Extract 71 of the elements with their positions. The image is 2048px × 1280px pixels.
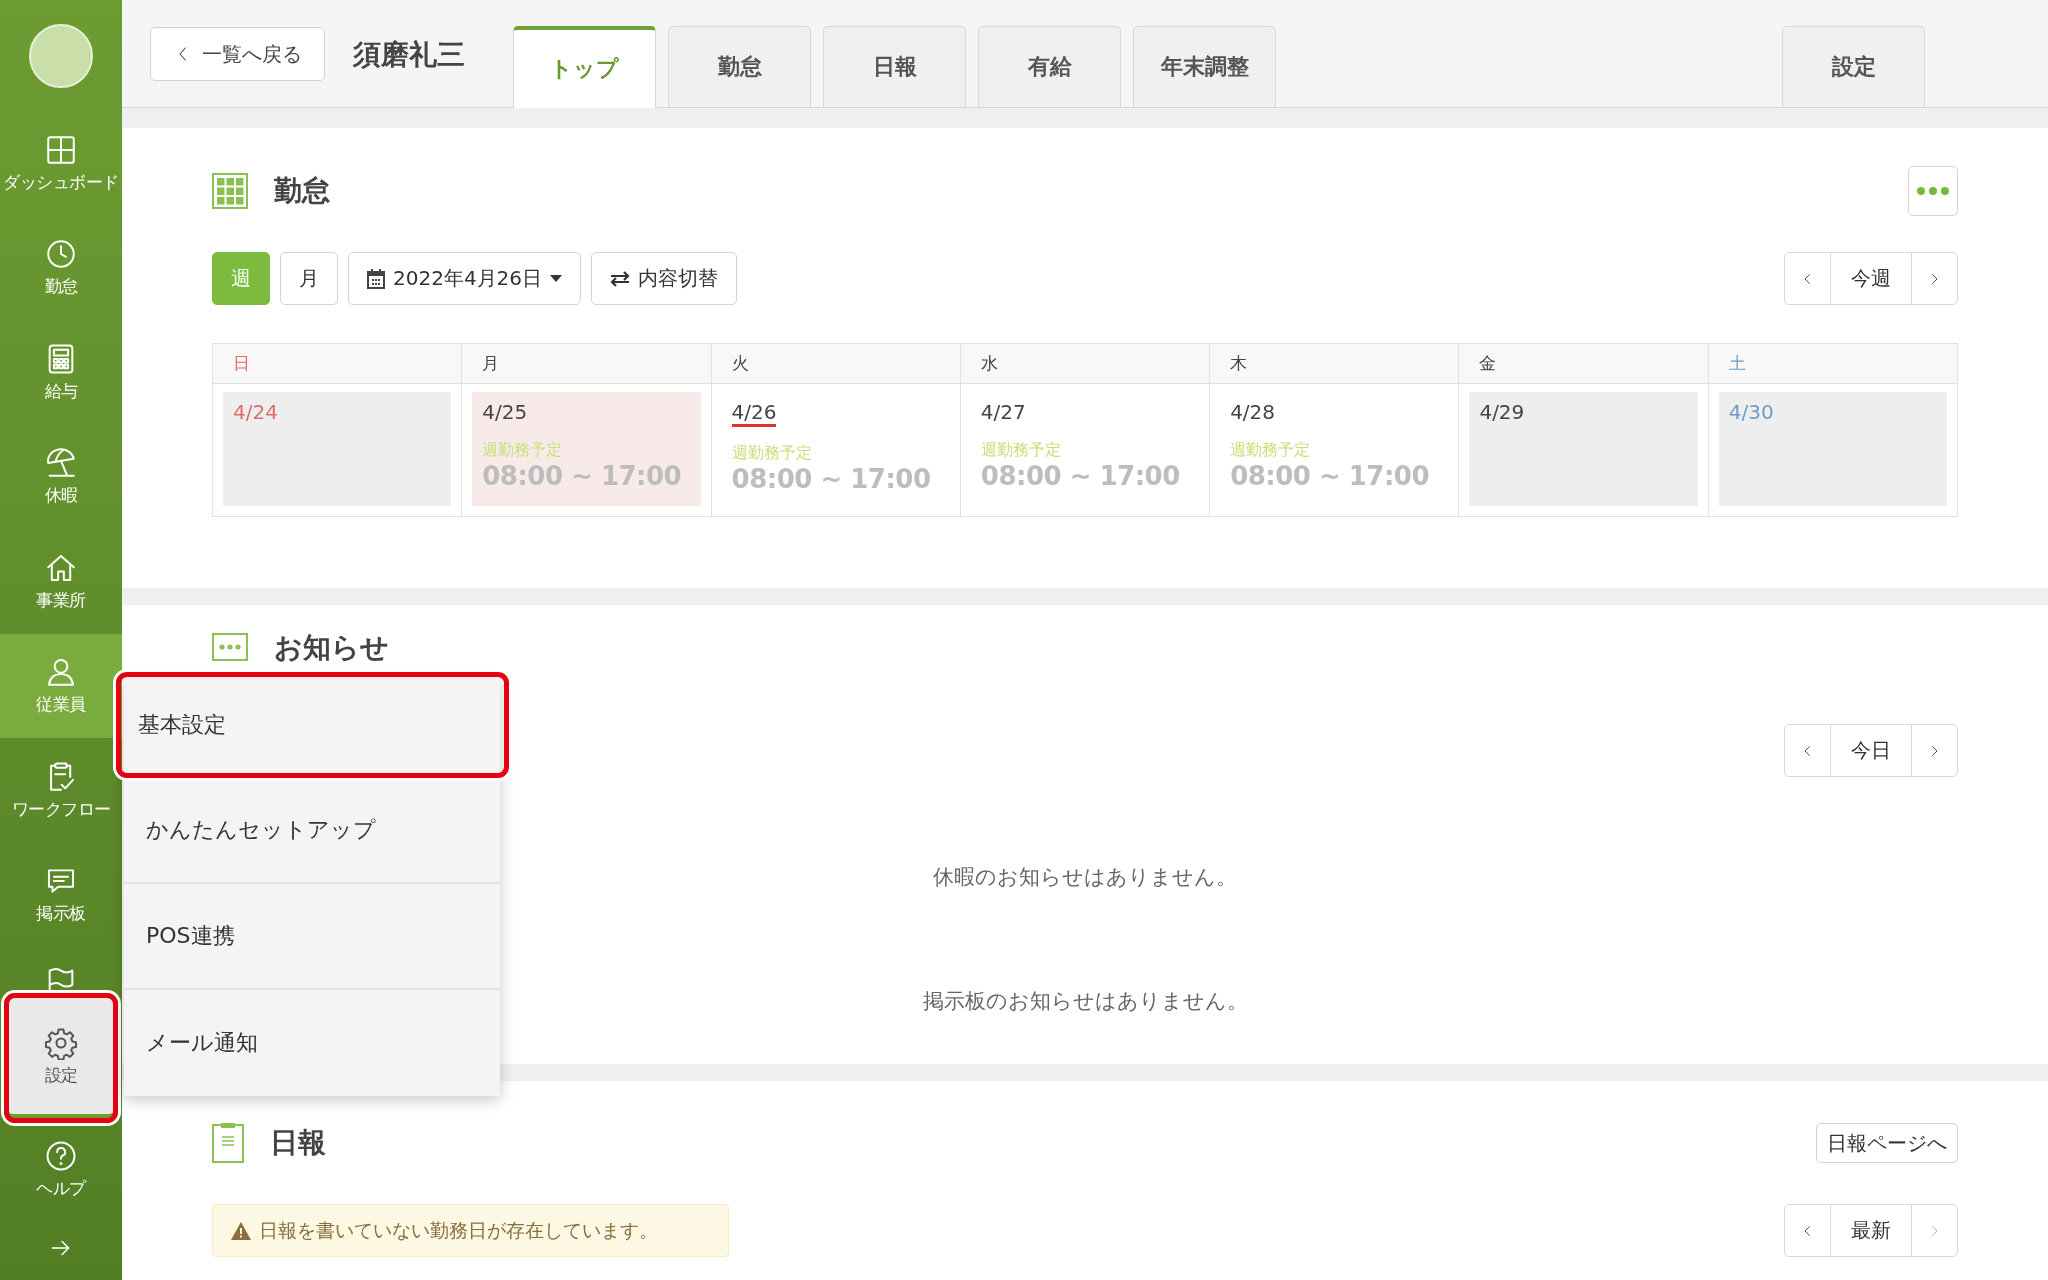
view-toggle[interactable]: 月 bbox=[280, 252, 338, 305]
date-label: 4/29 bbox=[1479, 400, 1525, 424]
sidebar-item[interactable]: 給与 bbox=[0, 320, 122, 425]
tab[interactable]: トップ bbox=[513, 26, 656, 108]
date-label: 4/24 bbox=[233, 400, 278, 424]
document-icon bbox=[212, 1123, 244, 1163]
weekday-header: 月 bbox=[461, 343, 712, 384]
date-label: 4/30 bbox=[1728, 400, 1774, 424]
schedule-label: 週勤務予定 bbox=[482, 440, 564, 461]
current-period-button[interactable]: 今日 bbox=[1830, 724, 1912, 777]
schedule-label: 週勤務予定 bbox=[980, 440, 1062, 461]
more-button[interactable] bbox=[1908, 166, 1958, 216]
next-button[interactable] bbox=[1911, 724, 1958, 777]
schedule-time: 08:00 ~ 17:00 bbox=[731, 464, 932, 494]
schedule-label: 週勤務予定 bbox=[1230, 440, 1312, 461]
grid-icon bbox=[212, 173, 248, 209]
back-button[interactable]: 一覧へ戻る bbox=[150, 27, 325, 81]
date-label: 4/26 bbox=[731, 400, 777, 427]
menu-item[interactable]: POS連携 bbox=[124, 884, 500, 990]
sidebar-item[interactable]: 休暇 bbox=[0, 424, 122, 529]
section-title: 日報 bbox=[270, 1125, 326, 1161]
menu-item[interactable]: かんたんセットアップ bbox=[124, 778, 500, 884]
warning-icon bbox=[231, 1221, 251, 1240]
sidebar-item[interactable]: 勤怠 bbox=[0, 215, 122, 320]
caret-icon bbox=[550, 274, 563, 283]
weekday-header: 水 bbox=[960, 343, 1210, 384]
sidebar-item[interactable]: 事業所 bbox=[0, 529, 122, 634]
schedule-time: 08:00 ~ 17:00 bbox=[1230, 461, 1431, 491]
tab[interactable]: 勤怠 bbox=[668, 26, 811, 107]
weekday-header: 土 bbox=[1708, 343, 1958, 384]
day-cell[interactable]: 4/25 週勤務予定 08:00 ~ 17:00 bbox=[472, 392, 701, 506]
current-period-button[interactable]: 最新 bbox=[1830, 1204, 1912, 1257]
switch-button[interactable]: 内容切替 bbox=[591, 252, 738, 305]
schedule-time: 08:00 ~ 17:00 bbox=[980, 461, 1181, 491]
tab[interactable]: 日報 bbox=[823, 26, 966, 107]
weekday-header: 日 bbox=[212, 343, 462, 384]
empty-message: 休暇のお知らせはありません。 bbox=[933, 864, 1237, 891]
sidebar-item[interactable]: ワークフロー bbox=[0, 738, 122, 843]
report-page-button[interactable]: 日報ページへ bbox=[1816, 1123, 1958, 1163]
date-label: 4/28 bbox=[1230, 400, 1276, 424]
previous-button[interactable] bbox=[1784, 252, 1831, 305]
menu-item[interactable]: 基本設定 bbox=[121, 677, 504, 773]
section-title: お知らせ bbox=[274, 630, 389, 666]
sidebar-item[interactable]: 設定 bbox=[9, 998, 113, 1118]
calendar-icon bbox=[367, 268, 385, 289]
day-cell[interactable]: 4/29 bbox=[1469, 392, 1698, 506]
schedule-time: 08:00 ~ 17:00 bbox=[482, 461, 683, 491]
tab[interactable]: 有給 bbox=[978, 26, 1121, 107]
weekday-header: 火 bbox=[711, 343, 961, 384]
next-button[interactable] bbox=[1911, 252, 1958, 305]
weekday-header: 金 bbox=[1458, 343, 1709, 384]
date-picker[interactable]: 2022年4月26日 bbox=[348, 252, 582, 305]
date-label: 4/25 bbox=[482, 400, 528, 424]
sidebar-item[interactable]: 掲示板 bbox=[0, 842, 122, 947]
employee-name: 須磨礼三 bbox=[353, 37, 466, 73]
tab[interactable]: 設定 bbox=[1782, 26, 1925, 107]
weekday-header: 木 bbox=[1209, 343, 1459, 384]
more-icon bbox=[1916, 186, 1950, 196]
tab[interactable]: 年末調整 bbox=[1133, 26, 1276, 107]
section-title: 勤怠 bbox=[274, 173, 330, 209]
schedule-label: 週勤務予定 bbox=[731, 443, 813, 464]
swap-arrows-icon bbox=[610, 270, 631, 287]
empty-message: 掲示板のお知らせはありません。 bbox=[922, 988, 1248, 1015]
alert-text: 日報を書いていない勤務日が存在しています。 bbox=[259, 1217, 658, 1243]
previous-button[interactable] bbox=[1784, 1204, 1831, 1257]
menu-item[interactable]: メール通知 bbox=[124, 990, 500, 1096]
sidebar-item[interactable]: ヘルプ bbox=[0, 1123, 122, 1215]
current-period-button[interactable]: 今週 bbox=[1830, 252, 1912, 305]
previous-button[interactable] bbox=[1784, 724, 1831, 777]
sidebar-item[interactable]: ダッシュボード bbox=[0, 111, 122, 216]
date-label: 4/27 bbox=[980, 400, 1026, 424]
